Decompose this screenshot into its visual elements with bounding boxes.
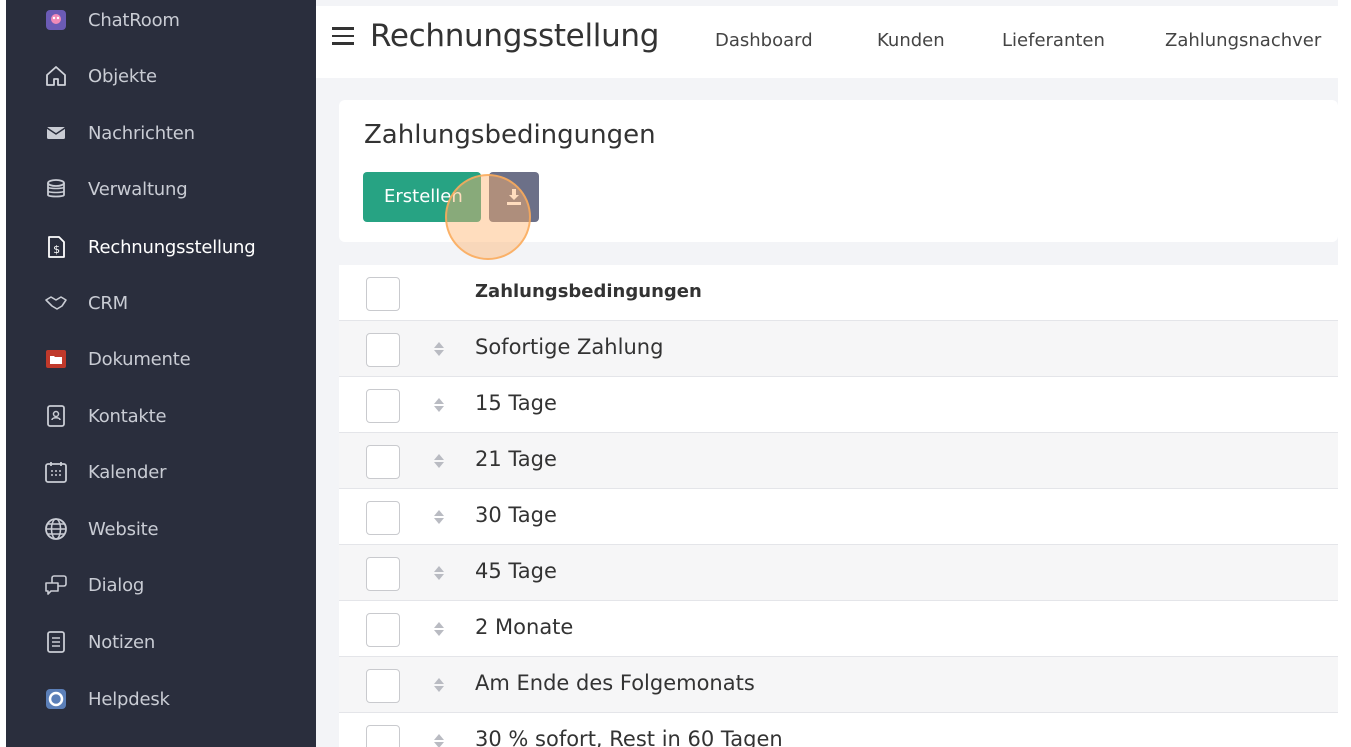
table-body: Sofortige Zahlung 15 Tage 21 Tage 30 Tage 45… xyxy=(339,321,1338,747)
table-row[interactable]: 30 Tage xyxy=(339,489,1338,545)
sidebar-item-website[interactable]: Website xyxy=(44,509,159,549)
sidebar-item-helpdesk[interactable]: Helpdesk xyxy=(44,679,170,719)
drag-sort-icon[interactable] xyxy=(433,675,445,695)
chatroom-icon xyxy=(44,8,68,32)
payment-terms-table: Zahlungsbedingungen Sofortige Zahlung 15 … xyxy=(339,265,1338,747)
sidebar-item-crm[interactable]: CRM xyxy=(44,283,128,323)
handshake-icon xyxy=(44,291,68,315)
create-button[interactable]: Erstellen xyxy=(363,172,481,222)
payment-term-name: 21 Tage xyxy=(475,447,557,471)
sidebar-item-label: Rechnungsstellung xyxy=(88,236,256,258)
globe-icon xyxy=(44,517,68,541)
nav-zahlungsnachweis[interactable]: Zahlungsnachver xyxy=(1165,30,1321,51)
table-row[interactable]: 21 Tage xyxy=(339,433,1338,489)
sidebar-item-objekte[interactable]: Objekte xyxy=(44,56,157,96)
svg-text:$: $ xyxy=(53,243,60,256)
table-row[interactable]: 2 Monate xyxy=(339,601,1338,657)
house-icon xyxy=(44,64,68,88)
table-header-row: Zahlungsbedingungen xyxy=(339,265,1338,321)
row-checkbox[interactable] xyxy=(366,725,400,747)
drag-sort-icon[interactable] xyxy=(433,731,445,747)
folder-icon xyxy=(44,347,68,371)
payment-term-name: 2 Monate xyxy=(475,615,574,639)
drag-sort-icon[interactable] xyxy=(433,451,445,471)
top-navbar: Rechnungsstellung Dashboard Kunden Liefe… xyxy=(316,6,1338,78)
download-button[interactable] xyxy=(489,172,539,222)
sidebar-item-dialog[interactable]: Dialog xyxy=(44,565,144,605)
drag-sort-icon[interactable] xyxy=(433,563,445,583)
sidebar-item-label: Objekte xyxy=(88,65,157,87)
payment-term-name: Sofortige Zahlung xyxy=(475,335,664,359)
nav-dashboard[interactable]: Dashboard xyxy=(715,30,813,51)
column-header[interactable]: Zahlungsbedingungen xyxy=(475,281,702,302)
hamburger-menu-icon[interactable] xyxy=(332,27,354,49)
sidebar-item-label: Helpdesk xyxy=(88,688,170,710)
drag-sort-icon[interactable] xyxy=(433,339,445,359)
row-checkbox[interactable] xyxy=(366,445,400,479)
row-checkbox[interactable] xyxy=(366,389,400,423)
lifebuoy-icon xyxy=(44,687,68,711)
payment-term-name: 45 Tage xyxy=(475,559,557,583)
main-content: Rechnungsstellung Dashboard Kunden Liefe… xyxy=(316,0,1338,747)
sidebar-item-rechnungsstellung[interactable]: $ Rechnungsstellung xyxy=(44,227,256,267)
sidebar-item-label: Kalender xyxy=(88,461,167,483)
envelope-icon xyxy=(44,121,68,145)
table-row[interactable]: Am Ende des Folgemonats xyxy=(339,657,1338,713)
calendar-icon xyxy=(44,460,68,484)
table-row[interactable]: 45 Tage xyxy=(339,545,1338,601)
sidebar-item-chatroom[interactable]: ChatRoom xyxy=(44,0,180,40)
page-title: Rechnungsstellung xyxy=(370,18,660,54)
coins-icon xyxy=(44,177,68,201)
payment-term-name: 30 % sofort, Rest in 60 Tagen xyxy=(475,727,783,747)
notes-icon xyxy=(44,630,68,654)
download-icon xyxy=(507,189,521,205)
row-checkbox[interactable] xyxy=(366,501,400,535)
row-checkbox[interactable] xyxy=(366,557,400,591)
sidebar-item-label: Dialog xyxy=(88,574,145,596)
section-title: Zahlungsbedingungen xyxy=(364,120,656,150)
nav-kunden[interactable]: Kunden xyxy=(877,30,945,51)
payment-term-name: Am Ende des Folgemonats xyxy=(475,671,755,695)
sidebar-item-label: Website xyxy=(88,518,159,540)
nav-lieferanten[interactable]: Lieferanten xyxy=(1002,30,1105,51)
sidebar-item-dokumente[interactable]: Dokumente xyxy=(44,339,191,379)
sidebar-item-kalender[interactable]: Kalender xyxy=(44,452,167,492)
select-all-checkbox[interactable] xyxy=(366,277,400,311)
sidebar-item-label: ChatRoom xyxy=(88,9,180,31)
contact-book-icon xyxy=(44,404,68,428)
drag-sort-icon[interactable] xyxy=(433,507,445,527)
sidebar-item-label: Verwaltung xyxy=(88,178,188,200)
sidebar-item-label: Notizen xyxy=(88,631,156,653)
row-checkbox[interactable] xyxy=(366,669,400,703)
sidebar-item-verwaltung[interactable]: Verwaltung xyxy=(44,169,188,209)
drag-sort-icon[interactable] xyxy=(433,619,445,639)
sidebar-item-label: Dokumente xyxy=(88,348,191,370)
table-row[interactable]: Sofortige Zahlung xyxy=(339,321,1338,377)
drag-sort-icon[interactable] xyxy=(433,395,445,415)
payment-term-name: 30 Tage xyxy=(475,503,557,527)
toolbar-card: Zahlungsbedingungen Erstellen xyxy=(339,100,1338,260)
sidebar-item-notizen[interactable]: Notizen xyxy=(44,622,155,662)
payment-term-name: 15 Tage xyxy=(475,391,557,415)
sidebar-item-label: Nachrichten xyxy=(88,122,195,144)
sidebar-item-nachrichten[interactable]: Nachrichten xyxy=(44,113,195,153)
sidebar-item-kontakte[interactable]: Kontakte xyxy=(44,396,167,436)
sidebar: ChatRoom Objekte Nachrichten Verwaltung … xyxy=(6,0,316,747)
table-row[interactable]: 30 % sofort, Rest in 60 Tagen xyxy=(339,713,1338,747)
invoice-icon: $ xyxy=(44,235,68,259)
row-checkbox[interactable] xyxy=(366,333,400,367)
row-checkbox[interactable] xyxy=(366,613,400,647)
table-row[interactable]: 15 Tage xyxy=(339,377,1338,433)
sidebar-item-label: Kontakte xyxy=(88,405,167,427)
sidebar-item-label: CRM xyxy=(88,292,129,314)
chat-bubbles-icon xyxy=(44,573,68,597)
